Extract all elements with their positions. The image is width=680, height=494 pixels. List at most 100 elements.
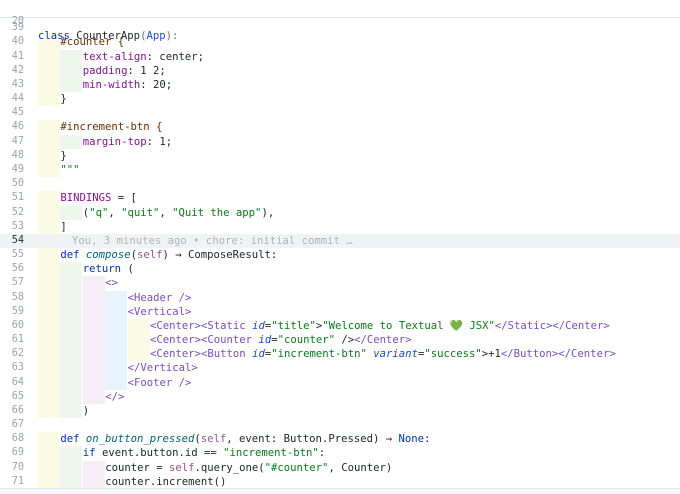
line-number: 69 [11, 447, 24, 459]
indent-guide [60, 304, 83, 319]
code-line[interactable]: 67 [0, 418, 680, 432]
line-code: <Footer /> [127, 376, 192, 389]
code-line[interactable]: 52 ("q", "quit", "Quit the app"), [0, 205, 680, 220]
indent-guide [60, 63, 83, 78]
code-line[interactable]: 70 counter = self.query_one("#counter", C… [0, 460, 680, 475]
indent-guide [82, 347, 105, 362]
code-line[interactable]: 50 [0, 177, 680, 191]
line-number: 49 [11, 164, 24, 175]
line-number: 48 [11, 149, 24, 161]
line-number: 59 [11, 305, 24, 317]
indent-guide [82, 474, 105, 489]
line-code: BINDINGS = [ [60, 192, 137, 205]
indent-guide [38, 318, 60, 334]
code-line[interactable]: 60 <Center><Static id="title">"Welcome to… [0, 318, 680, 334]
indent-guide [38, 389, 60, 404]
indent-guide [105, 290, 128, 305]
code-line[interactable]: 58 <Header /> [0, 290, 680, 305]
code-line[interactable]: 44} [0, 92, 680, 107]
line-code: counter.increment() [105, 475, 227, 488]
line-number: 51 [11, 192, 24, 204]
indent-guide [105, 333, 128, 348]
indent-guide [38, 248, 60, 263]
code-line[interactable]: 61 <Center><Counter id="counter" /></Cent… [0, 333, 680, 348]
indent-guide [82, 276, 105, 291]
code-line[interactable]: 56 return ( [0, 262, 680, 277]
indent-guide [60, 290, 83, 305]
line-code: <Center><Button id="increment-btn" varia… [150, 348, 616, 361]
indent-guide [38, 120, 60, 135]
line-code: <Vertical> [127, 305, 192, 318]
indent-guide [60, 474, 83, 489]
line-number: 68 [11, 433, 24, 445]
code-line[interactable]: 43 min-width: 20; [0, 77, 680, 93]
indent-guide [38, 432, 60, 447]
line-number: 65 [11, 390, 24, 402]
code-line[interactable]: 55 def compose(self) → ComposeResult: [0, 248, 680, 263]
code-line[interactable]: 68 def on_button_pressed(self, event: But… [0, 432, 680, 447]
line-number: 58 [11, 291, 24, 303]
line-code: ("q", "quit", "Quit the app"), [82, 206, 275, 219]
indent-guide [38, 219, 60, 234]
sticky-line[interactable]: 20 class CounterApp(App): [0, 1, 680, 42]
code-line[interactable]: 63 </Vertical> [0, 361, 680, 376]
indent-guide [60, 77, 83, 93]
line-number: 60 [11, 319, 24, 331]
horizontal-scrollbar[interactable] [0, 488, 680, 494]
code-line[interactable]: 69 if event.button.id == "increment-btn": [0, 446, 680, 461]
sticky-scroll-header[interactable]: 20 class CounterApp(App): [0, 0, 680, 42]
line-number: 55 [11, 249, 24, 261]
code-line[interactable]: 54 You, 3 minutes ago • chore: initial co… [0, 233, 680, 249]
code-line[interactable]: 64 <Footer /> [0, 375, 680, 390]
code-line[interactable]: 71 counter.increment() [0, 474, 680, 489]
line-number: 54 [11, 234, 24, 246]
code-line[interactable]: 48} [0, 148, 680, 164]
indent-guide [82, 389, 105, 404]
indent-guide [82, 290, 105, 305]
line-code: """ [60, 164, 80, 176]
indent-guide [38, 333, 60, 348]
line-code: </Vertical> [127, 362, 198, 375]
line-code: <> [105, 277, 118, 290]
indent-guide [60, 276, 83, 291]
code-line[interactable]: 41 text-align: center; [0, 49, 680, 64]
indent-guide [38, 191, 60, 206]
code-line[interactable]: 65 </> [0, 389, 680, 404]
code-line[interactable]: 51 BINDINGS = [ [0, 191, 680, 206]
code-line[interactable]: 45 [0, 106, 680, 120]
line-code: if event.button.id == "increment-btn": [82, 447, 326, 460]
indent-guide [105, 304, 128, 319]
indent-guide [60, 446, 83, 461]
line-number: 45 [11, 107, 24, 119]
line-number: 61 [11, 334, 24, 346]
code-editor[interactable]: 39 40 #counter {41 text-align: center; 42 pad… [0, 0, 680, 494]
code-line[interactable]: 42 padding: 1 2; [0, 63, 680, 78]
code-line[interactable]: 46 #increment-btn { [0, 120, 680, 135]
code-line[interactable]: 57 <> [0, 276, 680, 291]
indent-guide [60, 460, 83, 475]
line-code: text-align: center; [82, 50, 204, 63]
code-line[interactable]: 49 """ [0, 163, 680, 178]
code-line[interactable]: 47 margin-top: 1; [0, 134, 680, 149]
code-line[interactable]: 66) [0, 403, 680, 419]
line-number: 42 [11, 64, 24, 76]
indent-guide [38, 205, 60, 220]
indent-guide [38, 49, 60, 64]
code-line[interactable]: 62 <Center><Button id="increment-btn" var… [0, 347, 680, 362]
indent-guide [38, 290, 60, 305]
indent-guide [82, 333, 105, 348]
indent-guide [127, 333, 150, 348]
line-number: 63 [11, 362, 24, 374]
indent-guide [38, 92, 60, 107]
code-line[interactable]: 59 <Vertical> [0, 304, 680, 319]
line-number: 43 [11, 78, 24, 90]
line-number: 57 [11, 277, 24, 289]
indent-guide [38, 460, 60, 475]
git-blame-annotation: You, 3 minutes ago • chore: initial comm… [72, 234, 353, 247]
indent-guide [38, 361, 60, 376]
indent-guide [127, 347, 150, 362]
line-code: ) [82, 404, 90, 417]
indent-guide [82, 361, 105, 376]
code-line[interactable]: 53] [0, 219, 680, 234]
indent-guide [105, 361, 128, 376]
